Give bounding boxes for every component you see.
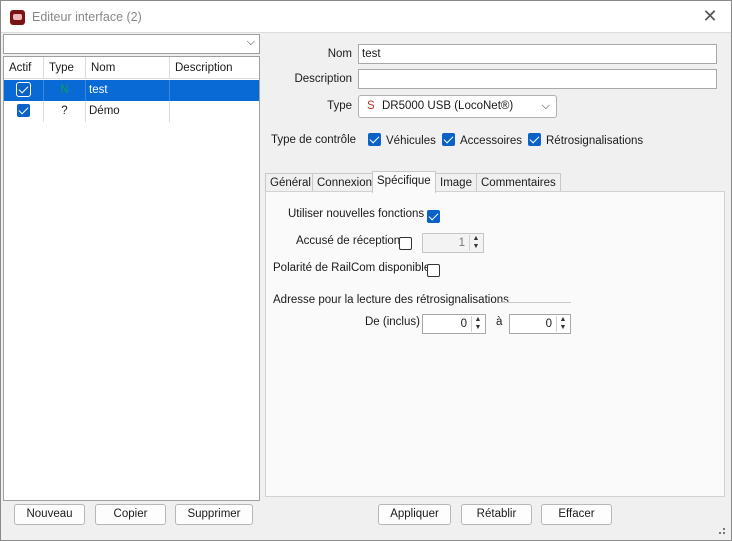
tab-specifique[interactable]: Spécifique [372,171,436,193]
column-header-name[interactable]: Nom [86,57,170,79]
interface-details-pane: Nom test Description Type S DR5000 USB (… [262,34,731,501]
vehicles-label: Véhicules [386,135,436,147]
column-header-active[interactable]: Actif [4,57,44,79]
feedback-checkbox[interactable] [528,133,541,146]
interface-type-icon: S [367,100,375,112]
editor-window: Editeur interface (2) ✕ ⌵ Actif Type Nom… [0,0,732,541]
spinner-arrows-icon[interactable]: ▲ ▼ [471,316,484,332]
spinner-arrows-icon[interactable]: ▲ ▼ [469,235,482,251]
type-label: Type [327,100,352,112]
from-label: De (inclus) [365,316,420,328]
table-header: Actif Type Nom Description [4,57,259,79]
to-label: à [496,316,503,328]
interface-list-pane: ⌵ Actif Type Nom Description N test ? Dé… [3,34,260,501]
accessories-label: Accessoires [460,135,522,147]
spinner-arrows-icon[interactable]: ▲ ▼ [556,316,569,332]
ack-label: Accusé de réception [296,235,401,247]
to-spinner-value: 0 [545,318,552,330]
name-label: Nom [327,48,352,60]
type-select-value: DR5000 USB (LocoNet®) [382,100,514,112]
window-title: Editeur interface (2) [32,10,142,24]
resize-grip-icon [723,528,725,530]
accessories-option[interactable]: Accessoires [442,133,522,147]
clear-button[interactable]: Effacer [541,504,612,525]
type-cell: N [44,80,86,101]
description-cell [170,101,259,122]
railcom-label: Polarité de RailCom disponible [273,262,431,274]
tab-image[interactable]: Image [435,173,477,192]
active-cell[interactable] [4,101,44,122]
feedback-label: Rétrosignalisations [546,135,644,147]
type-cell: ? [44,101,86,122]
app-logo-icon [10,10,25,25]
active-cell[interactable] [4,80,44,101]
name-field[interactable]: test [358,44,717,64]
tab-connexion[interactable]: Connexion [312,173,377,192]
ack-checkbox[interactable] [399,237,412,250]
resize-grip-icon [719,532,721,534]
tab-general[interactable]: Général [265,173,316,192]
column-header-type[interactable]: Type [44,57,86,79]
title-bar: Editeur interface (2) ✕ [1,1,731,33]
interface-table: Actif Type Nom Description N test ? Démo [3,56,260,501]
apply-button[interactable]: Appliquer [378,504,451,525]
new-button[interactable]: Nouveau [14,504,85,525]
chevron-down-icon: ⌵ [246,36,255,48]
description-field[interactable] [358,69,717,89]
ack-spinner[interactable]: 1 ▲ ▼ [422,233,484,253]
resize-grip-icon[interactable] [723,532,725,534]
delete-button[interactable]: Supprimer [175,504,253,525]
from-spinner[interactable]: 0 ▲ ▼ [422,314,486,334]
to-spinner[interactable]: 0 ▲ ▼ [509,314,571,334]
tab-commentaires[interactable]: Commentaires [476,173,561,192]
description-label: Description [294,73,352,85]
name-cell: test [86,80,170,101]
from-spinner-value: 0 [460,318,467,330]
active-checkbox[interactable] [16,82,31,98]
name-cell: Démo [86,101,170,122]
filter-dropdown[interactable]: ⌵ [3,34,260,54]
feedback-option[interactable]: Rétrosignalisations [528,133,643,147]
feedback-group-label: Adresse pour la lecture des rétrosignali… [273,294,509,306]
type-select[interactable]: S DR5000 USB (LocoNet®) ⌵ [358,95,557,118]
control-type-label: Type de contrôle [271,134,357,146]
use-new-functions-checkbox[interactable] [427,210,440,223]
copy-button[interactable]: Copier [95,504,166,525]
close-icon[interactable]: ✕ [700,7,720,27]
use-new-functions-label: Utiliser nouvelles fonctions [288,208,425,220]
description-cell [170,80,259,101]
vehicles-option[interactable]: Véhicules [368,133,436,147]
railcom-checkbox[interactable] [427,264,440,277]
table-row[interactable]: N test [4,80,259,101]
specific-tab-panel: Utiliser nouvelles fonctions Accusé de r… [265,191,725,497]
table-row[interactable]: ? Démo [4,101,259,122]
accessories-checkbox[interactable] [442,133,455,146]
group-divider [499,302,571,303]
column-header-description[interactable]: Description [170,57,259,79]
chevron-down-icon: ⌵ [541,100,550,112]
active-checkbox[interactable] [17,104,30,118]
vehicles-checkbox[interactable] [368,133,381,146]
reset-button[interactable]: Rétablir [461,504,532,525]
ack-spinner-value: 1 [458,237,465,249]
